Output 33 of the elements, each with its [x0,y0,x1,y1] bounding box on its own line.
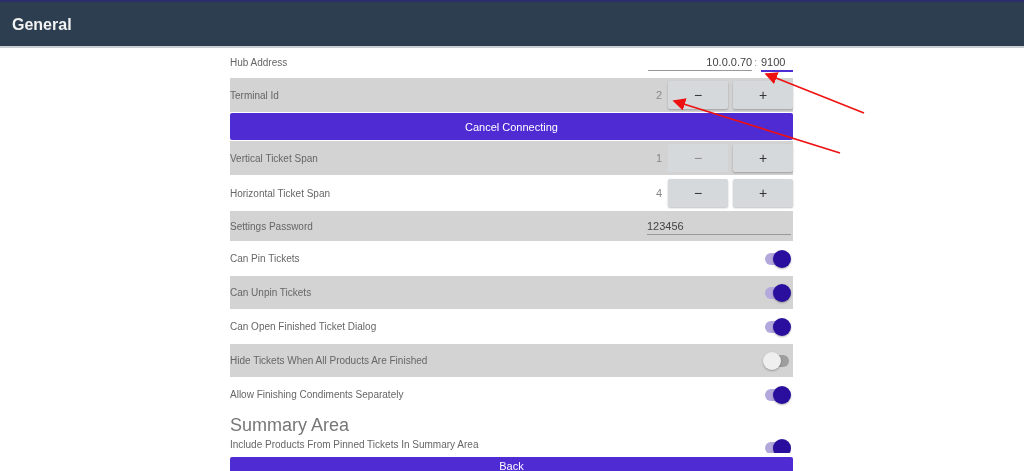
page-title: General [12,16,72,34]
toggle-switch[interactable] [763,439,791,453]
separator-text: : [754,57,757,68]
decrement-button[interactable]: − [668,81,728,109]
toggle-switch[interactable] [763,385,791,404]
setting-label: Can Unpin Tickets [230,287,313,298]
back-button[interactable]: Back [230,457,793,471]
value-text: 1 [655,152,662,164]
toggle-switch[interactable] [763,283,791,302]
setting-label: Can Pin Tickets [230,253,301,264]
increment-button[interactable]: + [733,179,793,207]
toggle-switch[interactable] [763,351,791,370]
decrement-button[interactable]: − [668,179,728,207]
cancel-connecting-button[interactable]: Cancel Connecting [230,113,793,140]
setting-label: Allow Finishing Condiments Separately [230,389,405,400]
toggle-switch[interactable] [763,249,791,268]
setting-label: Can Open Finished Ticket Dialog [230,321,378,332]
setting-label: Hide Tickets When All Products Are Finished [230,355,429,366]
host-field[interactable]: 10.0.0.70 [648,54,753,71]
password-field[interactable]: 123456 [647,217,791,235]
value-text: 4 [655,187,662,199]
setting-label: Hub Address [230,57,289,68]
increment-button[interactable]: + [733,81,793,109]
setting-label: Vertical Ticket Span [230,152,319,164]
section-heading: Summary Area [230,414,351,437]
toggle-switch[interactable] [763,317,791,336]
setting-label: Terminal Id [230,89,280,101]
setting-label: Settings Password [230,220,314,232]
setting-label: Horizontal Ticket Span [230,187,332,199]
value-text: 2 [655,89,662,101]
increment-button[interactable]: + [733,144,793,172]
setting-label: Include Products From Pinned Tickets In Summary Area [230,439,480,451]
port-field[interactable]: 9100 [761,53,793,72]
